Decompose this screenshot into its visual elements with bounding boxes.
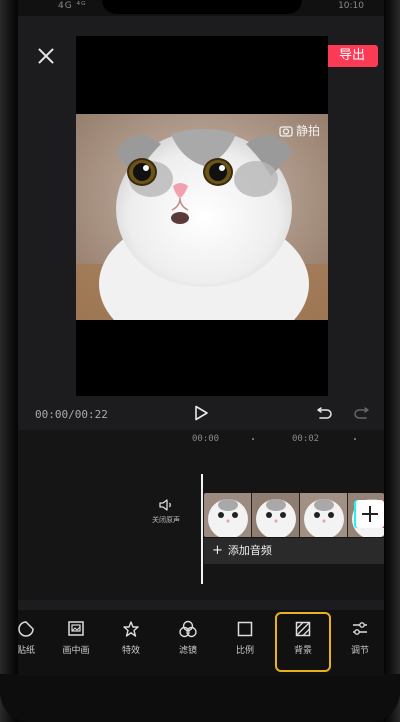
undo-button[interactable] xyxy=(316,406,332,425)
tool-adjust-label: 调节 xyxy=(350,646,369,656)
playhead[interactable] xyxy=(201,474,203,584)
speaker-icon xyxy=(159,499,171,511)
cat-video-image xyxy=(76,114,328,320)
redo-button[interactable] xyxy=(354,406,370,425)
signal-indicator: 4G ⁴ᴳ xyxy=(58,1,87,11)
effects-star-icon xyxy=(123,621,139,637)
ruler-tick-label: 00:00 xyxy=(192,434,220,444)
undo-icon xyxy=(317,407,332,419)
watermark-text: 静拍 xyxy=(295,124,320,138)
tool-adjust[interactable]: 调节 xyxy=(336,620,384,656)
background-icon xyxy=(295,621,311,637)
ratio-icon xyxy=(237,621,253,637)
play-icon xyxy=(195,405,208,421)
tool-sticker[interactable]: 贴纸 xyxy=(18,620,50,656)
tool-ratio-label: 比例 xyxy=(235,646,254,656)
clip-thumbnail xyxy=(252,493,300,537)
tool-filter-label: 滤镜 xyxy=(178,646,197,656)
plus-icon: + xyxy=(212,543,223,558)
tool-picture-in-picture-label: 画中画 xyxy=(62,646,90,656)
add-audio-button[interactable]: + 添加音频 xyxy=(204,538,384,564)
sticker-icon xyxy=(18,621,34,637)
add-clip-button[interactable] xyxy=(356,500,384,528)
playback-bar: 00:00/00:22 xyxy=(18,398,384,430)
timecode: 00:00/00:22 xyxy=(35,408,108,421)
ruler-tick-label: 00:02 xyxy=(292,434,320,444)
bottom-toolbar: 贴纸 画中画 特效 滤镜 比例 背景 调节 xyxy=(18,610,384,676)
clip-thumbnail xyxy=(300,493,348,537)
phone-bezel-bottom xyxy=(0,674,400,722)
tool-ratio[interactable]: 比例 xyxy=(221,620,269,656)
play-button[interactable] xyxy=(193,405,209,425)
phone-frame: 4G ⁴ᴳ 10:10 导出 静拍 00:00/00:22 00:00 00:0… xyxy=(0,0,400,722)
tool-picture-in-picture[interactable]: 画中画 xyxy=(52,620,100,656)
status-bar: 4G ⁴ᴳ 10:10 xyxy=(18,0,384,16)
redo-icon xyxy=(354,407,369,419)
clip-thumbnail xyxy=(204,493,252,537)
export-button[interactable]: 导出 xyxy=(326,45,378,67)
status-time: 10:10 xyxy=(338,1,364,11)
tool-effects[interactable]: 特效 xyxy=(107,620,155,656)
filter-icon xyxy=(179,620,197,638)
mute-original-audio-button[interactable]: 关闭原声 xyxy=(146,498,186,525)
ruler-dot xyxy=(354,438,356,440)
video-preview[interactable]: 静拍 xyxy=(76,36,328,396)
tool-sticker-label: 贴纸 xyxy=(18,646,35,656)
tool-background[interactable]: 背景 xyxy=(275,612,331,672)
tool-background-label: 背景 xyxy=(293,646,312,656)
tool-effects-label: 特效 xyxy=(121,646,140,656)
video-frame-cat: 静拍 xyxy=(76,114,328,320)
ruler-dot xyxy=(252,438,254,440)
camera-notch xyxy=(102,0,302,14)
picture-in-picture-icon xyxy=(68,621,84,636)
mute-original-audio-label: 关闭原声 xyxy=(152,516,180,524)
phone-bezel-left xyxy=(0,0,18,722)
phone-bezel-right xyxy=(384,0,400,722)
close-button[interactable] xyxy=(36,46,56,66)
tool-filter[interactable]: 滤镜 xyxy=(164,620,212,656)
adjust-sliders-icon xyxy=(353,622,367,635)
app-screen: 4G ⁴ᴳ 10:10 导出 静拍 00:00/00:22 00:00 00:0… xyxy=(18,0,384,676)
add-audio-label: 添加音频 xyxy=(227,544,272,557)
timeline-panel: 00:00 00:02 关闭原声 + 添加音频 xyxy=(18,430,384,600)
camera-icon xyxy=(279,125,293,137)
watermark-badge: 静拍 xyxy=(279,122,320,139)
